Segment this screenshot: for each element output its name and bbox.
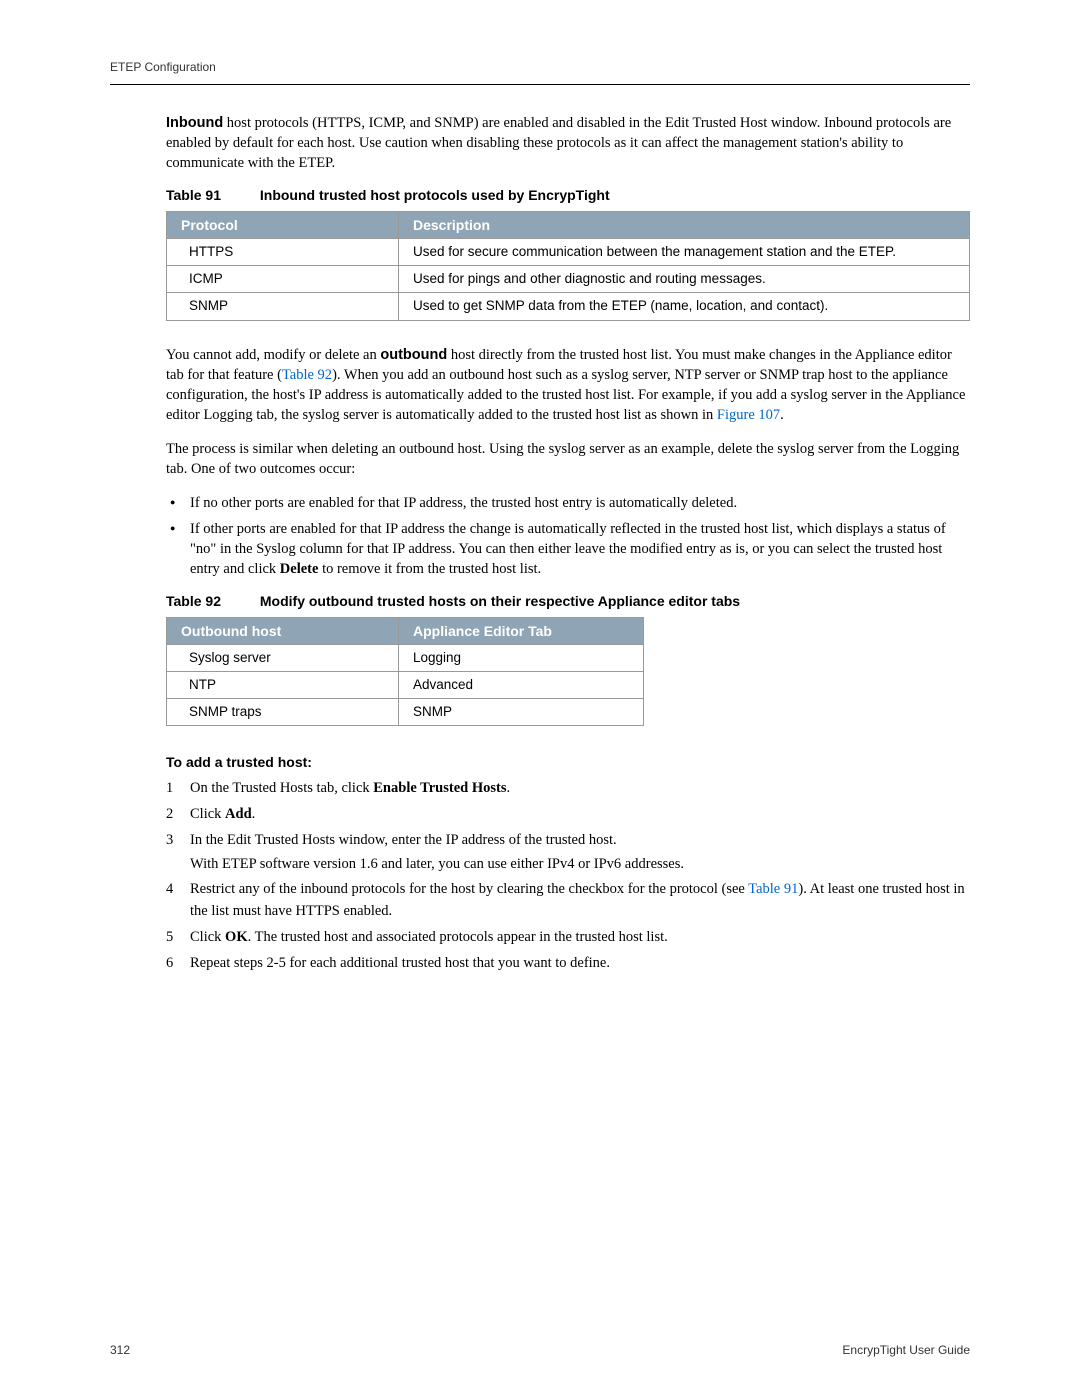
table-cell: Syslog server xyxy=(167,644,399,671)
table-cell: Advanced xyxy=(399,671,644,698)
inbound-label: Inbound xyxy=(166,115,223,131)
table-92-title: Modify outbound trusted hosts on their r… xyxy=(260,593,740,609)
table-row: SNMP traps SNMP xyxy=(167,699,644,726)
list-item: In the Edit Trusted Hosts window, enter … xyxy=(166,830,970,876)
list-item: Click OK. The trusted host and associate… xyxy=(166,927,970,949)
table-cell: Used to get SNMP data from the ETEP (nam… xyxy=(399,293,970,320)
table-91-link[interactable]: Table 91 xyxy=(748,881,798,897)
table-92-label: Table 92 xyxy=(166,593,256,609)
para2-pre: You cannot add, modify or delete an xyxy=(166,347,380,363)
table-cell: SNMP xyxy=(167,293,399,320)
step-3-line2: With ETEP software version 1.6 and later… xyxy=(190,854,970,876)
table-row: ICMP Used for pings and other diagnostic… xyxy=(167,266,970,293)
table-92-caption: Table 92 Modify outbound trusted hosts o… xyxy=(166,593,970,609)
intro-text: host protocols (HTTPS, ICMP, and SNMP) a… xyxy=(166,115,951,171)
table-header: Protocol xyxy=(167,212,399,239)
list-item: Repeat steps 2-5 for each additional tru… xyxy=(166,953,970,975)
step-2-pre: Click xyxy=(190,806,225,822)
step-2-post: . xyxy=(252,806,256,822)
header-title: ETEP Configuration xyxy=(110,60,216,74)
step-2-bold: Add xyxy=(225,806,252,822)
table-cell: HTTPS xyxy=(167,239,399,266)
outbound-paragraph: You cannot add, modify or delete an outb… xyxy=(166,345,970,425)
bullet-1-text: If no other ports are enabled for that I… xyxy=(190,495,737,511)
para2-post: . xyxy=(780,407,784,423)
table-91-caption: Table 91 Inbound trusted host protocols … xyxy=(166,187,970,203)
table-91-title: Inbound trusted host protocols used by E… xyxy=(260,187,610,203)
table-row: Protocol Description xyxy=(167,212,970,239)
bullet-2-post: to remove it from the trusted host list. xyxy=(318,561,541,577)
table-header: Outbound host xyxy=(167,617,399,644)
step-1-pre: On the Trusted Hosts tab, click xyxy=(190,780,373,796)
list-item: If no other ports are enabled for that I… xyxy=(166,493,970,513)
table-header: Appliance Editor Tab xyxy=(399,617,644,644)
step-4-pre: Restrict any of the inbound protocols fo… xyxy=(190,881,748,897)
table-row: HTTPS Used for secure communication betw… xyxy=(167,239,970,266)
table-row: SNMP Used to get SNMP data from the ETEP… xyxy=(167,293,970,320)
table-92: Outbound host Appliance Editor Tab Syslo… xyxy=(166,617,644,727)
table-cell: ICMP xyxy=(167,266,399,293)
table-header: Description xyxy=(399,212,970,239)
page-footer: 312 EncrypTight User Guide xyxy=(110,1343,970,1357)
delete-outbound-paragraph: The process is similar when deleting an … xyxy=(166,439,970,479)
table-cell: SNMP xyxy=(399,699,644,726)
table-92-link[interactable]: Table 92 xyxy=(282,367,332,383)
table-cell: Used for secure communication between th… xyxy=(399,239,970,266)
list-item: Restrict any of the inbound protocols fo… xyxy=(166,879,970,923)
procedure-steps: On the Trusted Hosts tab, click Enable T… xyxy=(166,778,970,974)
step-1-bold: Enable Trusted Hosts xyxy=(373,780,506,796)
page-content: Inbound host protocols (HTTPS, ICMP, and… xyxy=(110,113,970,974)
table-cell: Logging xyxy=(399,644,644,671)
outcomes-list: If no other ports are enabled for that I… xyxy=(166,493,970,579)
list-item: Click Add. xyxy=(166,804,970,826)
table-cell: Used for pings and other diagnostic and … xyxy=(399,266,970,293)
intro-paragraph: Inbound host protocols (HTTPS, ICMP, and… xyxy=(166,113,970,173)
step-6-text: Repeat steps 2-5 for each additional tru… xyxy=(190,955,610,971)
step-5-pre: Click xyxy=(190,929,225,945)
step-3-line1: In the Edit Trusted Hosts window, enter … xyxy=(190,832,617,848)
figure-107-link[interactable]: Figure 107 xyxy=(717,407,780,423)
page-number: 312 xyxy=(110,1343,130,1357)
guide-name: EncrypTight User Guide xyxy=(842,1343,970,1357)
outbound-label: outbound xyxy=(380,347,447,363)
step-5-bold: OK xyxy=(225,929,248,945)
table-91-label: Table 91 xyxy=(166,187,256,203)
table-cell: NTP xyxy=(167,671,399,698)
table-row: NTP Advanced xyxy=(167,671,644,698)
table-row: Outbound host Appliance Editor Tab xyxy=(167,617,644,644)
table-cell: SNMP traps xyxy=(167,699,399,726)
step-1-post: . xyxy=(506,780,510,796)
page-header: ETEP Configuration xyxy=(110,60,970,85)
list-item: If other ports are enabled for that IP a… xyxy=(166,519,970,579)
table-row: Syslog server Logging xyxy=(167,644,644,671)
procedure-title: To add a trusted host: xyxy=(166,754,970,770)
delete-bold: Delete xyxy=(280,561,319,577)
step-5-post: . The trusted host and associated protoc… xyxy=(248,929,668,945)
list-item: On the Trusted Hosts tab, click Enable T… xyxy=(166,778,970,800)
table-91: Protocol Description HTTPS Used for secu… xyxy=(166,211,970,321)
